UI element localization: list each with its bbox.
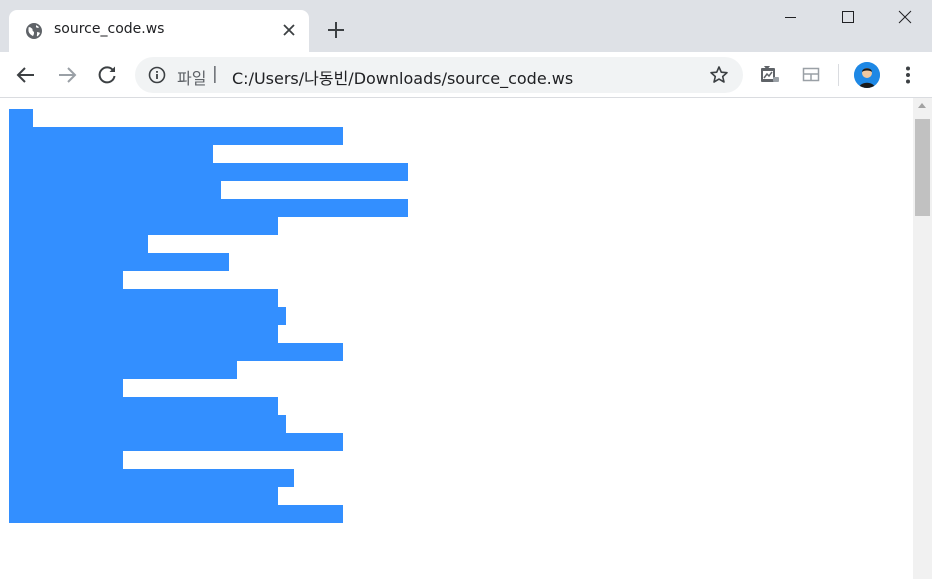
selected-line: [9, 163, 408, 181]
selected-line: [9, 145, 213, 163]
selected-line: [9, 307, 286, 325]
selected-line: [9, 397, 278, 415]
reload-icon[interactable]: [95, 63, 119, 87]
selected-line: [9, 109, 33, 127]
page-content[interactable]: [0, 98, 913, 579]
minimize-icon: [785, 17, 796, 18]
selected-line: [9, 271, 123, 289]
profile-avatar[interactable]: [854, 62, 880, 88]
vertical-scrollbar[interactable]: [913, 98, 932, 579]
title-bar: source_code.ws: [0, 0, 932, 52]
back-arrow-icon[interactable]: [14, 63, 38, 87]
new-tab-icon[interactable]: [326, 20, 346, 40]
file-scheme-label: 파일: [177, 69, 207, 88]
forward-arrow-icon[interactable]: [55, 63, 79, 87]
selected-line: [9, 199, 408, 217]
selected-line: [9, 217, 278, 235]
cast-icon[interactable]: [800, 63, 822, 85]
selected-line: [9, 361, 237, 379]
info-icon[interactable]: [148, 66, 166, 84]
browser-tab[interactable]: source_code.ws: [9, 10, 309, 52]
toolbar-divider: [838, 64, 839, 86]
selected-line: [9, 379, 123, 397]
menu-kebab-icon[interactable]: [896, 63, 920, 87]
avatar-person-icon: [854, 62, 880, 88]
browser-toolbar: 파일 | C:/Users/나동빈/Downloads/source_code.…: [0, 52, 932, 98]
tab-close-icon[interactable]: [280, 21, 298, 39]
window-close-button[interactable]: [874, 0, 932, 34]
selected-line: [9, 505, 343, 523]
selected-line: [9, 433, 343, 451]
maximize-icon: [842, 11, 854, 23]
selected-line: [9, 415, 286, 433]
maximize-button[interactable]: [819, 0, 877, 34]
selected-line: [9, 469, 294, 487]
globe-icon: [26, 23, 42, 39]
scroll-thumb[interactable]: [915, 119, 930, 216]
close-icon: [898, 10, 912, 24]
omnibox-separator: |: [212, 64, 218, 84]
selected-line: [9, 289, 278, 307]
selected-line: [9, 127, 343, 145]
selected-line: [9, 235, 148, 253]
minimize-button[interactable]: [761, 0, 819, 34]
selected-line: [9, 343, 343, 361]
extension-icon[interactable]: [758, 63, 780, 85]
url-text[interactable]: C:/Users/나동빈/Downloads/source_code.ws: [232, 65, 573, 89]
address-bar[interactable]: 파일 | C:/Users/나동빈/Downloads/source_code.…: [135, 57, 743, 93]
scroll-up-arrow-icon[interactable]: [918, 103, 926, 108]
selected-line: [9, 451, 123, 469]
selected-line: [9, 181, 221, 199]
selected-line: [9, 325, 278, 343]
tab-title: source_code.ws: [54, 21, 165, 37]
selected-line: [9, 487, 278, 505]
bookmark-star-icon[interactable]: [709, 65, 729, 85]
selected-line: [9, 253, 229, 271]
